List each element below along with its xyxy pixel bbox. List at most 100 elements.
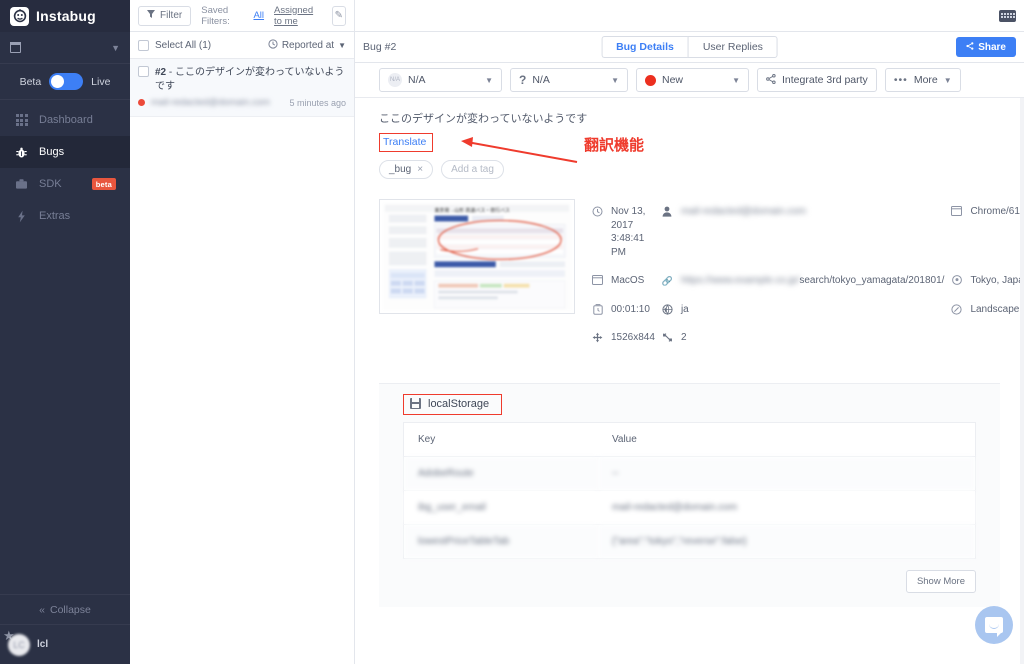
translate-annotation-group: Translate 翻訳機能: [379, 132, 644, 163]
chevron-down-icon: ▼: [111, 42, 120, 53]
localstorage-panel: localStorage Key Value AdobeRoute -- ibg…: [379, 382, 1000, 607]
bug-item-time: 5 minutes ago: [289, 97, 346, 108]
filter-icon: [147, 10, 155, 21]
table-row: ibg_user_email mail-redacted@domain.com: [403, 490, 976, 525]
workspace-selector[interactable]: ▼: [0, 32, 130, 64]
collapse-label: Collapse: [49, 603, 91, 616]
annotation-text: 翻訳機能: [584, 136, 645, 154]
add-tag-input[interactable]: Add a tag: [441, 160, 504, 179]
user-icon: [661, 205, 674, 217]
instabug-logo-icon: [10, 6, 29, 26]
sidebar: Instabug ▼ Beta Live Dashboard Bugs SDK …: [0, 0, 130, 664]
bug-item-separator: -: [168, 67, 173, 78]
sidebar-item-label: SDK: [39, 178, 62, 190]
bug-item-email: mail-redacted@domain.com: [151, 97, 270, 108]
sidebar-item-bugs[interactable]: Bugs: [0, 136, 130, 168]
pencil-icon[interactable]: ✎: [331, 5, 346, 26]
chevron-down-icon: ▼: [732, 75, 740, 85]
cell-value: mail-redacted@domain.com: [597, 490, 976, 525]
bug-icon: [14, 146, 29, 159]
clock-icon: [268, 38, 278, 52]
share-nodes-icon: [766, 73, 776, 87]
chat-bubble-icon[interactable]: [975, 606, 1013, 644]
sidebar-item-label: Dashboard: [39, 114, 93, 126]
more-dropdown[interactable]: ••• More ▼: [884, 68, 961, 92]
metadata-value: Nov 13, 2017 3:48:41 PM: [611, 206, 646, 258]
status-dot-icon: [645, 74, 656, 86]
show-more-button[interactable]: Show More: [905, 569, 976, 593]
tag-label: _bug: [389, 164, 412, 175]
sidebar-item-dashboard[interactable]: Dashboard: [0, 104, 130, 136]
translate-link[interactable]: Translate: [379, 133, 434, 152]
bug-item-bottom: mail-redacted@domain.com 5 minutes ago: [138, 97, 346, 108]
status-dropdown[interactable]: New ▼: [636, 68, 749, 92]
bug-item-checkbox[interactable]: [138, 66, 149, 77]
avatar: LC: [8, 633, 30, 656]
bug-list-pane: Filter Saved Filters: All Assigned to me…: [130, 0, 355, 664]
clock-icon: [591, 205, 604, 217]
metadata-grid: Nov 13, 2017 3:48:41 PM mail-redacted@do…: [591, 199, 1024, 345]
monitor-icon: [950, 205, 963, 216]
action-bar: N/A N/A ▼ ? N/A ▼ New ▼ Integrate 3rd pa…: [355, 63, 1024, 98]
collapse-sidebar-button[interactable]: « Collapse: [0, 594, 130, 624]
cell-key: AdobeRoute: [403, 456, 598, 491]
more-label: More: [913, 74, 938, 86]
metadata-value: ja: [680, 303, 689, 315]
bug-detail-row: 東京発→山形 高速バス・夜行バス Nov 13, 2017 3:48:41 PM…: [379, 199, 1024, 345]
add-tag-placeholder: Add a tag: [451, 164, 494, 175]
floppy-icon: [410, 398, 421, 409]
column-header-key: Key: [403, 422, 598, 457]
keyboard-icon[interactable]: [999, 9, 1016, 22]
saved-filter-assigned-to-me[interactable]: Assigned to me: [274, 5, 322, 27]
metadata-value: 2: [680, 332, 687, 343]
user-name: lcl: [37, 639, 49, 650]
screenshot-thumbnail[interactable]: 東京発→山形 高速バス・夜行バス: [379, 199, 575, 314]
localstorage-header: localStorage: [403, 393, 503, 415]
show-more-row: Show More: [403, 569, 976, 593]
metadata-url: 🔗 https://www.example.co.jp/search/tokyo…: [661, 274, 945, 288]
bug-header-bar: Bug #2 Bug Details User Replies Share: [355, 32, 1024, 63]
metadata-browser: Chrome/61.0.3163.100: [950, 205, 1024, 259]
metadata-orientation: Landscape: [950, 303, 1024, 317]
bug-list-header: Select All (1) Reported at ▼: [130, 32, 354, 59]
bolt-icon: [14, 210, 29, 223]
bug-item-text: ここのデザインが変わっていないようです: [155, 67, 345, 92]
detail-scroll-area[interactable]: ここのデザインが変わっていないようです Translate 翻訳機能 _bug …: [355, 98, 1024, 664]
list-item[interactable]: #2 - ここのデザインが変わっていないようです mail-redacted@d…: [130, 59, 354, 117]
sidebar-item-sdk[interactable]: SDK beta: [0, 168, 130, 200]
assignee-dropdown[interactable]: N/A N/A ▼: [379, 68, 502, 92]
monitor-icon: [591, 274, 604, 285]
tab-bug-details[interactable]: Bug Details: [601, 36, 688, 58]
saved-filter-all[interactable]: All: [253, 10, 264, 21]
toggle-switch[interactable]: [49, 73, 84, 90]
detail-tabs: Bug Details User Replies: [601, 36, 778, 58]
sort-dropdown[interactable]: Reported at ▼: [268, 38, 346, 52]
table-header-row: Key Value: [403, 422, 976, 457]
metadata-spacer: [950, 331, 1024, 345]
share-button[interactable]: Share: [956, 37, 1016, 57]
select-all-checkbox[interactable]: [138, 39, 149, 51]
tab-user-replies[interactable]: User Replies: [687, 36, 778, 58]
status-dot-icon: [138, 99, 145, 106]
tag-item[interactable]: _bug ×: [379, 160, 434, 179]
stopwatch-icon: [591, 303, 604, 315]
integrate-3rd-party-button[interactable]: Integrate 3rd party: [757, 68, 877, 92]
sidebar-nav: Dashboard Bugs SDK beta Extras: [0, 100, 130, 594]
metadata-value: MacOS: [611, 275, 645, 286]
toggle-label-live: Live: [91, 75, 111, 88]
table-body: AdobeRoute -- ibg_user_email mail-redact…: [403, 456, 976, 559]
vertical-scrollbar[interactable]: [1020, 98, 1024, 664]
beta-live-toggle[interactable]: Beta Live: [0, 64, 130, 100]
sidebar-item-extras[interactable]: Extras: [0, 200, 130, 232]
filter-button[interactable]: Filter: [138, 5, 192, 26]
cell-key: ibg_user_email: [403, 490, 598, 525]
close-icon[interactable]: ×: [417, 164, 423, 175]
severity-dropdown[interactable]: ? N/A ▼: [510, 68, 628, 92]
workspace-icon: [9, 42, 21, 53]
toggle-label-beta: Beta: [19, 75, 42, 88]
briefcase-icon: [14, 178, 29, 190]
cell-value: {"area":"tokyo","reverse":false}: [597, 524, 976, 559]
table-row: AdobeRoute --: [403, 456, 976, 491]
user-bar[interactable]: ★ LC lcl: [0, 624, 130, 664]
metadata-resolution: 1526x844: [591, 331, 655, 345]
